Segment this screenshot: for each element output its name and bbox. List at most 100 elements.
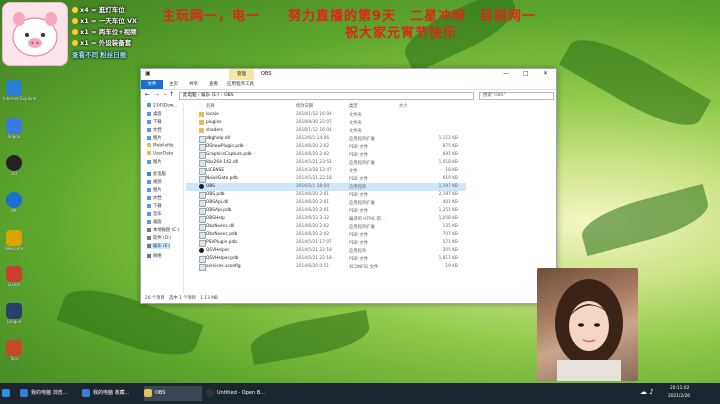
file-size: 1,251 KB (438, 208, 458, 213)
column-name[interactable]: 名称 (206, 103, 215, 109)
folder-icon (199, 120, 204, 125)
gift-line: x4 = 逛灯车位 (72, 4, 125, 14)
address-bar[interactable]: 此电脑 › 娱乐 (E:) › OBS (179, 92, 474, 100)
desktop-icon-tool[interactable]: Tool (3, 340, 25, 361)
browser-icon (82, 388, 90, 397)
nav-item[interactable]: 文档 (147, 195, 162, 201)
quick-access-icon[interactable]: ▣ (145, 70, 151, 77)
browser-icon (20, 388, 28, 397)
maximize-icon[interactable]: □ (523, 70, 529, 77)
nav-item[interactable]: 视频 (147, 179, 162, 185)
file-date: 2014/6/20 2:01 (296, 200, 330, 205)
file-size: 18 KB (445, 168, 458, 173)
start-button[interactable] (2, 386, 16, 401)
file-name: services.xconfig (206, 264, 241, 269)
nav-item-selected[interactable]: 娱乐 (E:) (147, 243, 171, 249)
file-size: 1,197 KB (438, 184, 458, 189)
tab-view[interactable]: 查看 (209, 81, 218, 87)
tab-file[interactable]: 文件 (141, 80, 163, 89)
up-icon[interactable]: ↑ (169, 91, 174, 98)
gift-line: 查看不同 粉丝日报 (72, 51, 127, 59)
taskbar-item[interactable]: Untitled - Open B... (206, 386, 265, 401)
nav-item[interactable]: 桌面 (147, 111, 162, 117)
file-row-selected[interactable]: OBS 2016/5/1 18:04 应用程序 1,197 KB (186, 183, 466, 191)
file-icon (199, 152, 206, 159)
file-date: 2014/6/20 2:02 (296, 232, 330, 237)
file-row[interactable]: dbghelp.dll 2012/6/1 14:06 应用程序扩展 1,112 KB (186, 135, 466, 143)
file-row[interactable]: OBSApi.pdb 2014/6/20 2:01 PDB 文件 1,251 KB (186, 207, 466, 215)
file-row[interactable]: DShowPlugin.pdb 2014/6/20 2:02 PDB 文件 875 K… (186, 143, 466, 151)
file-date: 2014/6/20 2:02 (296, 152, 330, 157)
desktop-icon-qq[interactable]: QQ (3, 155, 25, 176)
picture-icon (147, 187, 151, 192)
nav-item[interactable]: 下载 (147, 203, 162, 209)
tray-icons[interactable]: ☁ ♪ (640, 388, 654, 396)
nav-item[interactable]: 桌面 (147, 219, 162, 225)
taskbar-item[interactable]: 我的电脑 浏览... (20, 386, 78, 401)
nav-item[interactable]: 音乐 (147, 211, 162, 217)
file-row[interactable]: ObsNvenc.pdb 2014/6/20 2:02 PDB 文件 707 KB (186, 231, 466, 239)
file-row[interactable]: OBSHelp 2013/6/23 3:32 编译的 HTML 帮... 1,058 … (186, 215, 466, 223)
file-row[interactable]: QSVHelper 2014/5/21 22:18 应用程序 205 KB (186, 247, 466, 255)
file-icon (199, 192, 206, 199)
computer-icon (147, 171, 151, 176)
desktop-icon-game[interactable]: Game (3, 266, 25, 287)
file-row[interactable]: locale 2018/1/12 16:04 文件夹 (186, 111, 466, 119)
nav-item[interactable]: UserData (147, 151, 173, 157)
file-row[interactable]: OBS.pdb 2014/6/20 2:01 PDB 文件 2,187 KB (186, 191, 466, 199)
desktop-icon-kk[interactable]: KK (3, 192, 25, 213)
file-row[interactable]: services.xconfig 2014/6/20 0:51 XCONFIG 文件… (186, 263, 466, 271)
column-date[interactable]: 修改日期 (296, 103, 313, 109)
nav-item[interactable]: Mobilefile (147, 143, 174, 149)
file-row[interactable]: PSVPlugin.pdb 2014/5/21 17:07 PDB 文件 571 KB (186, 239, 466, 247)
taskbar-item-active[interactable]: OBS (144, 386, 202, 401)
tab-home[interactable]: 主页 (169, 81, 178, 87)
file-type: PDB 文件 (349, 177, 368, 182)
desktop-icon-wegame[interactable]: WeGame (3, 230, 25, 251)
document-icon (147, 195, 151, 200)
file-row[interactable]: shaders 2018/1/12 16:04 文件夹 (186, 127, 466, 135)
file-row[interactable]: GraphicsCapture.pdb 2014/6/20 2:02 PDB 文件 6… (186, 151, 466, 159)
minimize-icon[interactable]: — (503, 70, 509, 77)
nav-item[interactable]: 图片 (147, 187, 162, 193)
nav-item[interactable]: 此电脑 (147, 171, 166, 177)
nav-item[interactable]: 网络 (147, 253, 162, 259)
column-size[interactable]: 大小 (399, 103, 408, 109)
file-row[interactable]: libx264-142.dll 2014/5/21 23:51 应用程序扩展 1,01… (186, 159, 466, 167)
nav-item[interactable]: 2345Dow... (147, 103, 177, 109)
nav-item[interactable]: 软件 (D:) (147, 235, 171, 241)
file-row[interactable]: NoiseGate.pdb 2014/5/21 22:18 PDB 文件 619 KB (186, 175, 466, 183)
nav-item[interactable]: 本地磁盘 (C:) (147, 227, 179, 233)
file-row[interactable]: LICENSE 2014/3/28 12:47 文件 18 KB (186, 167, 466, 175)
desktop-icon (147, 111, 151, 116)
desktop-icon-sogou[interactable]: Sogou (3, 118, 25, 139)
file-type: XCONFIG 文件 (349, 265, 379, 270)
file-explorer-window[interactable]: ▣ 管理 OBS — □ ✕ 文件 主页 共享 查看 应用程序工具 ← → ⌄ … (140, 68, 557, 304)
chevron-down-icon[interactable]: ⌄ (163, 91, 167, 97)
nav-item[interactable]: 图片 (147, 135, 162, 141)
folder-icon (147, 103, 151, 107)
file-row[interactable]: ObsNvenc.dll 2014/6/20 2:02 应用程序扩展 135 KB (186, 223, 466, 231)
file-row[interactable]: QSVHelper.pdb 2014/5/21 22:18 PDB 文件 1,811 … (186, 255, 466, 263)
tab-app-tools[interactable]: 应用程序工具 (227, 81, 254, 87)
file-list: 名称 修改日期 类型 大小 locale 2018/1/12 16:04 文件夹 pl… (186, 103, 556, 293)
search-input[interactable]: 搜索"OBS" (479, 92, 554, 100)
file-icon (199, 208, 206, 215)
file-size: 707 KB (442, 232, 458, 237)
manage-tab[interactable]: 管理 (229, 69, 254, 80)
desktop-icon-league[interactable]: League (3, 303, 25, 324)
file-row[interactable]: OBSApi.dll 2014/6/20 2:01 应用程序扩展 401 KB (186, 199, 466, 207)
tab-share[interactable]: 共享 (189, 81, 198, 87)
taskbar-item[interactable]: 我的电脑 收藏... (82, 386, 140, 401)
nav-item[interactable]: 文档 (147, 127, 162, 133)
column-type[interactable]: 类型 (349, 103, 358, 109)
back-icon[interactable]: ← (145, 91, 150, 98)
nav-item[interactable]: 图片 (147, 159, 162, 165)
close-icon[interactable]: ✕ (543, 70, 548, 77)
forward-icon[interactable]: → (154, 91, 159, 98)
title-bar[interactable]: ▣ 管理 OBS — □ ✕ (141, 69, 556, 80)
file-date: 2014/5/21 22:18 (296, 248, 332, 253)
file-row[interactable]: plugins 2018/8/30 22:07 文件夹 (186, 119, 466, 127)
nav-item[interactable]: 下载 (147, 119, 162, 125)
desktop-icon-ie[interactable]: Internet Explorer (3, 80, 37, 101)
